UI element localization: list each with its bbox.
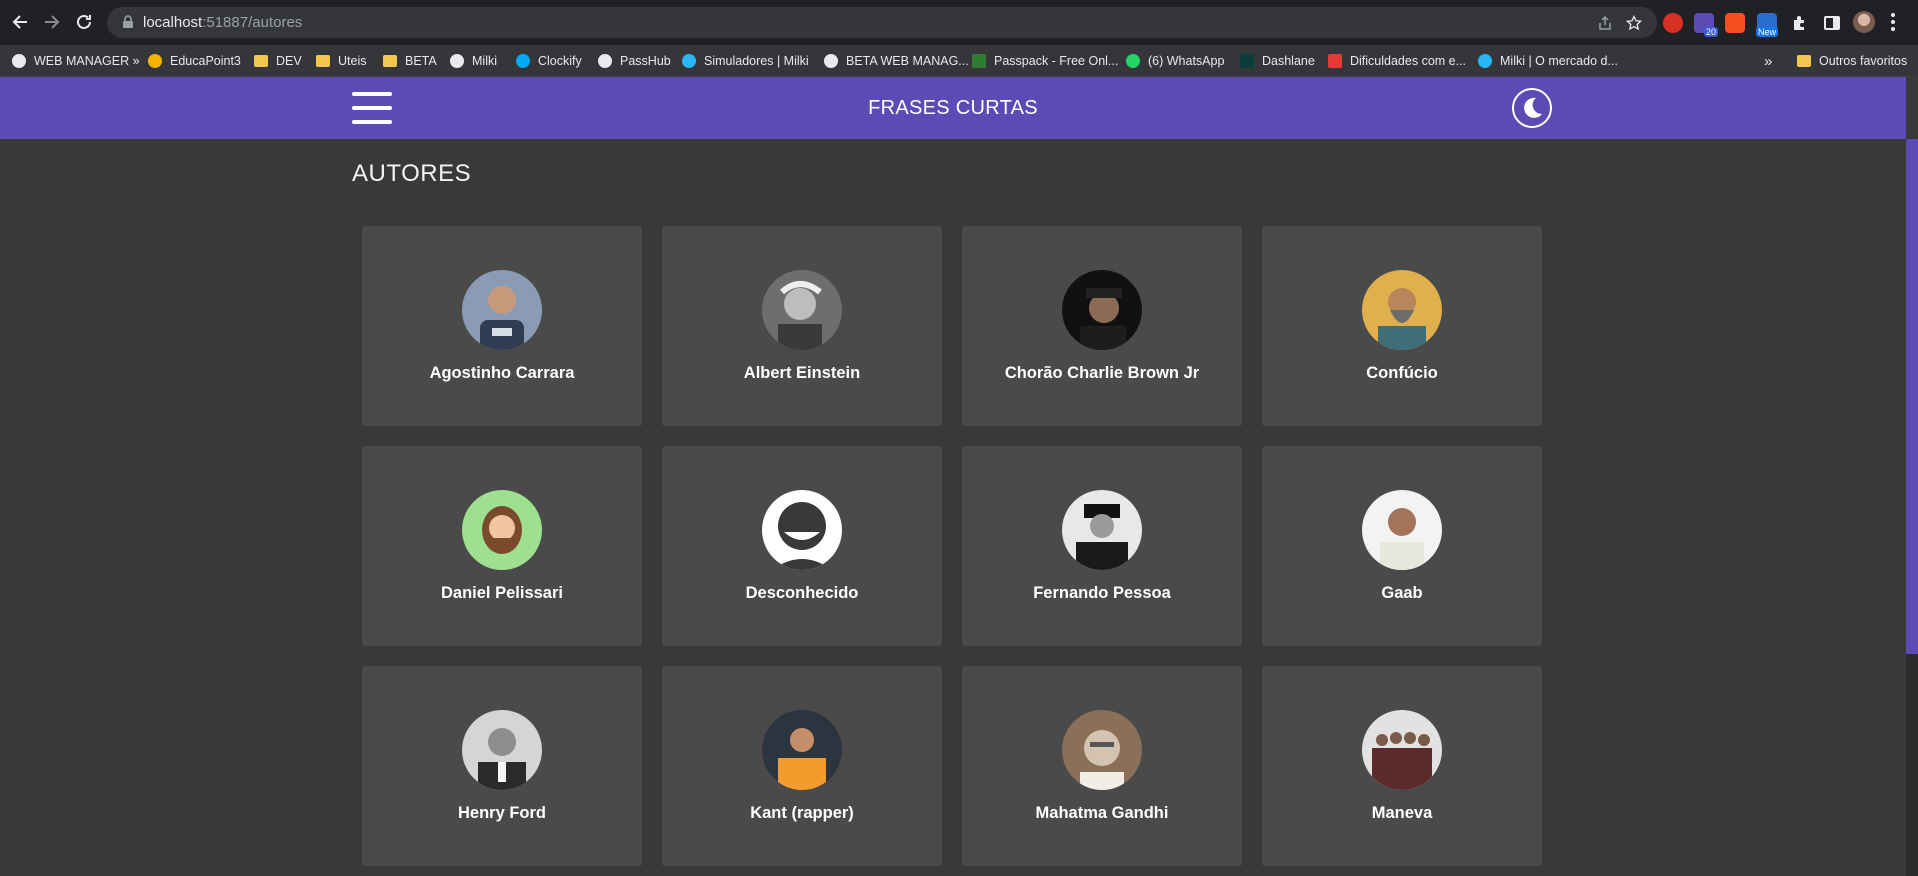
- author-card[interactable]: Chorão Charlie Brown Jr: [962, 226, 1242, 426]
- author-avatar: [1062, 270, 1142, 350]
- folder-icon: [316, 55, 330, 67]
- forward-icon[interactable]: [40, 10, 64, 34]
- lock-icon: [123, 15, 133, 28]
- author-avatar: [1062, 490, 1142, 570]
- bookmark-folder[interactable]: DEV: [254, 51, 302, 71]
- author-name: Mahatma Gandhi: [1035, 804, 1169, 822]
- bookmark-item[interactable]: Milki | O mercado d...: [1478, 51, 1618, 71]
- bookmark-item[interactable]: EducaPoint3: [148, 51, 241, 71]
- author-name: Daniel Pelissari: [441, 584, 563, 602]
- bookmark-folder[interactable]: Uteis: [316, 51, 366, 71]
- back-icon[interactable]: [8, 10, 32, 34]
- author-avatar: [1062, 710, 1142, 790]
- page-title: AUTORES: [352, 160, 472, 187]
- author-card[interactable]: Henry Ford: [362, 666, 642, 866]
- address-bar[interactable]: localhost:51887/autores: [107, 7, 1657, 38]
- folder-icon: [383, 55, 397, 67]
- extension-new-icon[interactable]: New: [1756, 13, 1779, 37]
- bookmark-item[interactable]: Dashlane: [1240, 51, 1315, 71]
- author-avatar: [762, 490, 842, 570]
- puzzle-icon[interactable]: [1790, 13, 1810, 33]
- author-name: Desconhecido: [745, 584, 859, 602]
- bookmark-item[interactable]: Simuladores | Milki: [682, 51, 809, 71]
- author-name: Gaab: [1381, 584, 1423, 602]
- milki-icon: [682, 54, 696, 68]
- share-icon[interactable]: [1597, 15, 1613, 31]
- passpack-icon: [972, 54, 986, 68]
- author-name: Confúcio: [1366, 364, 1438, 382]
- site-icon: [148, 54, 162, 68]
- site-icon: [1328, 54, 1342, 68]
- author-avatar: [762, 710, 842, 790]
- author-name: Albert Einstein: [743, 364, 861, 382]
- author-card[interactable]: Mahatma Gandhi: [962, 666, 1242, 866]
- dashlane-icon: [1240, 54, 1254, 68]
- bookmark-item[interactable]: PassHub: [598, 51, 671, 71]
- authors-grid: Agostinho Carrara Albert Einstein Chorão…: [362, 226, 1542, 866]
- bookmarks-overflow-button[interactable]: »: [1764, 51, 1772, 71]
- extension-counter-icon[interactable]: 20: [1694, 13, 1718, 37]
- author-name: Agostinho Carrara: [429, 364, 575, 382]
- bookmark-item[interactable]: Clockify: [516, 51, 582, 71]
- globe-icon: [598, 54, 612, 68]
- author-card[interactable]: Kant (rapper): [662, 666, 942, 866]
- author-name: Henry Ford: [457, 804, 546, 822]
- author-name: Kant (rapper): [750, 804, 854, 822]
- clockify-icon: [516, 54, 530, 68]
- side-panel-icon[interactable]: [1822, 13, 1842, 33]
- browser-toolbar: localhost:51887/autores 20 New: [0, 0, 1918, 45]
- scrollbar-thumb[interactable]: [1906, 139, 1918, 654]
- folder-icon: [254, 55, 268, 67]
- bookmark-item[interactable]: WEB MANAGER »: [12, 51, 140, 71]
- bookmark-item[interactable]: BETA WEB MANAG...: [824, 51, 969, 71]
- folder-icon: [1797, 55, 1811, 67]
- bookmark-item[interactable]: Milki: [450, 51, 497, 71]
- bookmark-item[interactable]: (6) WhatsApp: [1126, 51, 1224, 71]
- milki-icon: [1478, 54, 1492, 68]
- author-name: Fernando Pessoa: [1033, 584, 1171, 602]
- author-name: Chorão Charlie Brown Jr: [1004, 364, 1200, 382]
- author-avatar: [1362, 270, 1442, 350]
- kebab-menu-icon[interactable]: [1890, 11, 1896, 33]
- extension-badge: 20: [1703, 27, 1718, 37]
- author-avatar: [462, 270, 542, 350]
- author-card[interactable]: Albert Einstein: [662, 226, 942, 426]
- extension-new-badge: New: [1756, 27, 1779, 37]
- app-header: FRASES CURTAS: [0, 77, 1906, 139]
- author-avatar: [762, 270, 842, 350]
- whatsapp-icon: [1126, 54, 1140, 68]
- bookmarks-bar: WEB MANAGER » EducaPoint3 DEV Uteis BETA…: [0, 45, 1918, 77]
- dark-mode-toggle[interactable]: [1512, 88, 1552, 128]
- moon-icon: [1524, 97, 1542, 118]
- author-avatar: [1362, 710, 1442, 790]
- globe-icon: [450, 54, 464, 68]
- author-card[interactable]: Desconhecido: [662, 446, 942, 646]
- profile-avatar[interactable]: [1853, 11, 1875, 33]
- app-title: FRASES CURTAS: [868, 97, 1038, 119]
- author-card[interactable]: Confúcio: [1262, 226, 1542, 426]
- globe-icon: [12, 54, 26, 68]
- extension-percent-icon[interactable]: [1725, 13, 1745, 33]
- extension-stop-icon[interactable]: [1663, 13, 1683, 33]
- bookmark-folder[interactable]: BETA: [383, 51, 437, 71]
- author-avatar: [462, 710, 542, 790]
- author-card[interactable]: Gaab: [1262, 446, 1542, 646]
- author-card[interactable]: Daniel Pelissari: [362, 446, 642, 646]
- other-bookmarks-folder[interactable]: Outros favoritos: [1797, 51, 1907, 71]
- url-text: localhost:51887/autores: [143, 14, 303, 31]
- author-card[interactable]: Maneva: [1262, 666, 1542, 866]
- star-icon[interactable]: [1626, 15, 1642, 31]
- bookmark-item[interactable]: Passpack - Free Onl...: [972, 51, 1118, 71]
- bookmark-item[interactable]: Dificuldades com e...: [1328, 51, 1466, 71]
- author-card[interactable]: Fernando Pessoa: [962, 446, 1242, 646]
- author-avatar: [1362, 490, 1442, 570]
- globe-icon: [824, 54, 838, 68]
- author-name: Maneva: [1371, 804, 1433, 822]
- reload-icon[interactable]: [72, 10, 96, 34]
- author-card[interactable]: Agostinho Carrara: [362, 226, 642, 426]
- author-avatar: [462, 490, 542, 570]
